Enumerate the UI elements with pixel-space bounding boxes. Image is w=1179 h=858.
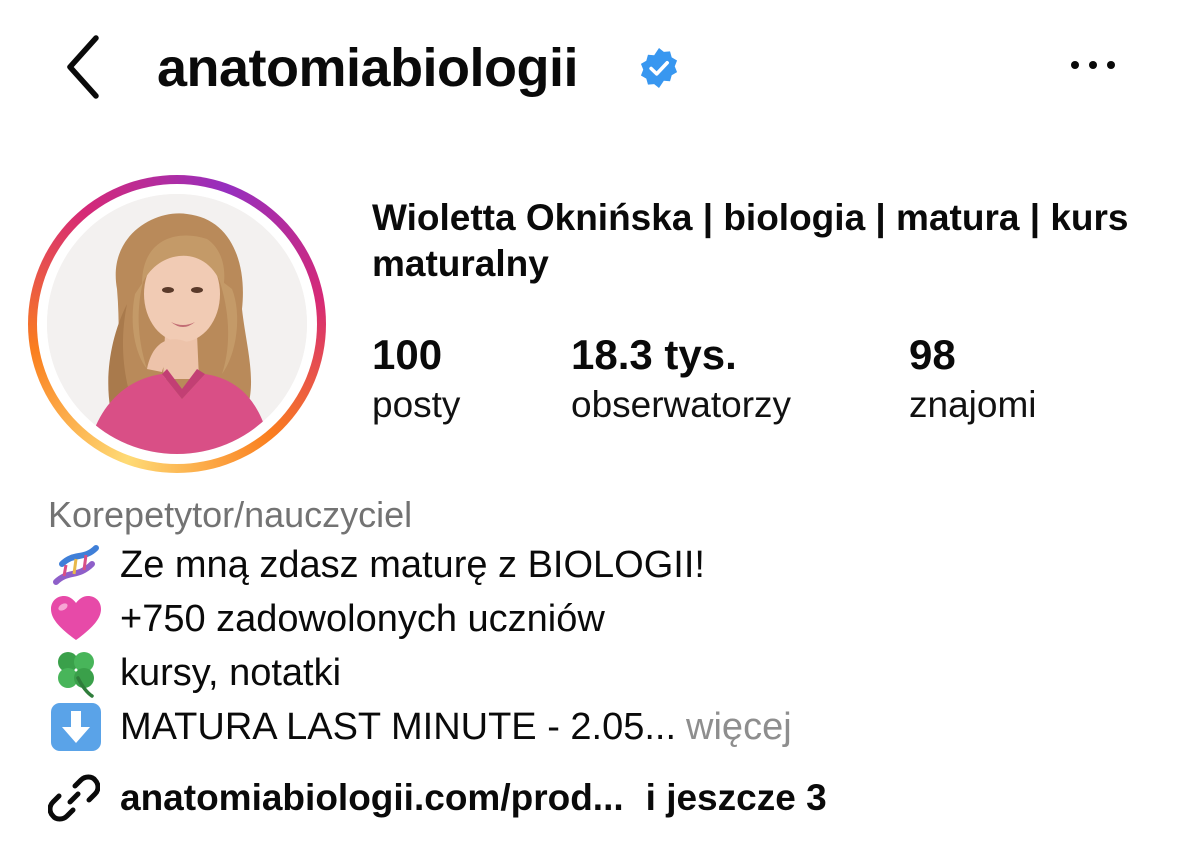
stat-followers-label: obserwatorzy xyxy=(571,384,792,425)
profile-bio: Korepetytor/nauczyciel Ze mną zdasz matu… xyxy=(48,492,1158,754)
pink-heart-icon xyxy=(51,596,101,640)
bio-line-text: MATURA LAST MINUTE - 2.05... xyxy=(120,706,677,748)
stat-followers[interactable]: 18.3 tys. obserwatorzy xyxy=(571,330,791,430)
stat-following-label: znajomi xyxy=(909,384,1037,425)
profile-category: Korepetytor/nauczyciel xyxy=(48,494,413,535)
profile-avatar[interactable] xyxy=(28,175,326,473)
bio-line: +750 zadowolonych uczniów xyxy=(48,592,1158,646)
bio-line: Ze mną zdasz maturę z BIOLOGII! xyxy=(48,538,1158,592)
link-icon xyxy=(48,774,100,822)
stat-following-value: 98 xyxy=(909,331,956,378)
stat-posts-value: 100 xyxy=(372,331,443,378)
avatar-portrait-image xyxy=(47,194,307,454)
bio-line-text: +750 zadowolonych uczniów xyxy=(120,598,605,640)
verified-badge-icon xyxy=(640,48,678,88)
profile-username: anatomiabiologii xyxy=(157,38,579,98)
stat-posts[interactable]: 100 posty xyxy=(372,330,460,430)
stat-posts-label: posty xyxy=(372,384,461,425)
stat-following[interactable]: 98 znajomi xyxy=(909,330,1037,430)
avatar-photo xyxy=(47,194,307,454)
profile-link-url[interactable]: anatomiabiologii.com/prod... xyxy=(120,777,624,819)
profile-header: anatomiabiologii xyxy=(0,0,1179,140)
stat-followers-value: 18.3 tys. xyxy=(571,331,737,378)
chevron-left-icon[interactable] xyxy=(60,32,110,102)
bio-line-text: kursy, notatki xyxy=(120,652,342,694)
profile-link-more[interactable]: i jeszcze 3 xyxy=(646,777,827,819)
bio-line: MATURA LAST MINUTE - 2.05... więcej xyxy=(48,700,1158,754)
more-horizontal-icon[interactable] xyxy=(1062,50,1124,80)
dna-icon xyxy=(53,545,99,585)
down-arrow-icon xyxy=(51,703,101,751)
bio-more-link[interactable]: więcej xyxy=(686,700,792,754)
bio-line-text: Ze mną zdasz maturę z BIOLOGII! xyxy=(120,544,705,586)
profile-display-name: Wioletta Oknińska | biologia | matura | … xyxy=(372,197,1129,284)
four-leaf-clover-icon xyxy=(58,652,94,698)
profile-links: anatomiabiologii.com/prod... i jeszcze 3 xyxy=(48,772,827,824)
bio-line: kursy, notatki xyxy=(48,646,1158,700)
